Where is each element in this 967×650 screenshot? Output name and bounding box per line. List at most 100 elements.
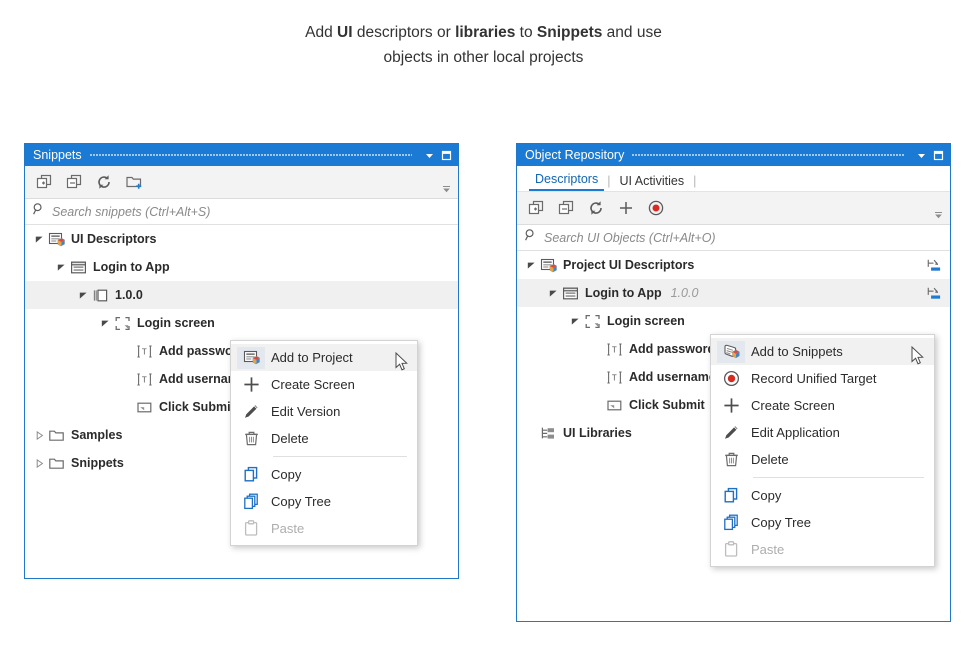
chevron-down-icon[interactable] <box>75 287 91 303</box>
collapse-all-icon[interactable] <box>553 195 579 221</box>
menu-separator <box>273 456 407 457</box>
chevron-down-icon[interactable] <box>545 285 561 301</box>
object-repository-tabs: Descriptors | UI Activities | <box>517 166 950 192</box>
menu-item-add-to-snippets[interactable]: Add to Snippets <box>711 338 934 365</box>
tab-separator-2: | <box>693 174 697 188</box>
object-repository-panel: Object Repository Descriptors | UI Activ… <box>516 143 951 622</box>
tree-node[interactable]: Project UI Descriptors <box>517 251 950 279</box>
object-repository-search-row[interactable]: Search UI Objects (Ctrl+Alt+O) <box>517 225 950 251</box>
tree-node[interactable]: Login screen <box>25 309 458 337</box>
snippets-restore-window-button[interactable] <box>439 148 454 163</box>
menu-item-label: Delete <box>751 452 789 467</box>
record-icon <box>717 368 745 390</box>
menu-item-paste: Paste <box>711 536 934 563</box>
menu-item-label: Edit Version <box>271 404 341 419</box>
tab-descriptors[interactable]: Descriptors <box>529 172 605 191</box>
pencil-icon <box>717 422 745 444</box>
tree-node[interactable]: Login to App 1.0.0 <box>517 279 950 307</box>
import-badge-icon[interactable] <box>926 285 942 301</box>
plus-icon <box>237 374 265 396</box>
menu-item-create-screen[interactable]: Create Screen <box>231 371 417 398</box>
caption-bold-snippets: Snippets <box>536 24 603 41</box>
trash-icon <box>237 428 265 450</box>
menu-item-edit-version[interactable]: Edit Version <box>231 398 417 425</box>
no-arrow-spacer <box>523 425 539 441</box>
chevron-down-icon[interactable] <box>31 231 47 247</box>
new-folder-icon[interactable] <box>121 169 147 195</box>
object-repository-title: Object Repository <box>525 148 625 162</box>
snippets-title: Snippets <box>33 148 82 162</box>
snippets-minimize-dropdown-button[interactable] <box>422 148 437 163</box>
object-repository-restore-window-button[interactable] <box>931 148 946 163</box>
chevron-down-icon[interactable] <box>97 315 113 331</box>
tree-node-label: Login screen <box>137 316 215 330</box>
chevron-down-icon[interactable] <box>523 257 539 273</box>
toolbar-overflow-icon[interactable] <box>440 182 452 194</box>
search-input[interactable]: Search UI Objects (Ctrl+Alt+O) <box>544 231 716 245</box>
chevron-right-icon[interactable] <box>31 427 47 443</box>
menu-item-create-screen[interactable]: Create Screen <box>711 392 934 419</box>
tree-node[interactable]: UI Descriptors <box>25 225 458 253</box>
tab-ui-activities[interactable]: UI Activities <box>613 174 690 191</box>
menu-item-label: Paste <box>751 542 785 557</box>
refresh-icon[interactable] <box>91 169 117 195</box>
menu-separator <box>753 477 924 478</box>
plus-icon <box>717 395 745 417</box>
menu-item-label: Create Screen <box>751 398 835 413</box>
menu-item-label: Copy Tree <box>271 494 331 509</box>
menu-item-copy[interactable]: Copy <box>711 482 934 509</box>
add-icon[interactable] <box>613 195 639 221</box>
menu-item-label: Copy Tree <box>751 515 811 530</box>
tree-node[interactable]: Login to App <box>25 253 458 281</box>
menu-item-copy[interactable]: Copy <box>231 461 417 488</box>
menu-item-delete[interactable]: Delete <box>711 446 934 473</box>
no-arrow-spacer <box>589 341 605 357</box>
no-arrow-spacer <box>119 343 135 359</box>
chevron-right-icon[interactable] <box>31 455 47 471</box>
paste-icon <box>237 518 265 540</box>
object-repository-context-menu: Add to Snippets Record Unified Target Crea… <box>710 334 935 567</box>
search-icon <box>524 228 538 247</box>
tree-node-label: 1.0.0 <box>115 288 143 302</box>
expand-all-icon[interactable] <box>31 169 57 195</box>
search-icon <box>32 202 46 221</box>
menu-item-copy-tree[interactable]: Copy Tree <box>711 509 934 536</box>
object-repository-minimize-dropdown-button[interactable] <box>914 148 929 163</box>
object-repository-title-bar: Object Repository <box>517 144 950 166</box>
menu-item-label: Create Screen <box>271 377 355 392</box>
tree-node[interactable]: Login screen <box>517 307 950 335</box>
snippets-panel: Snippets Search snippets (Ctrl+Alt+S) UI… <box>24 143 459 579</box>
application-icon <box>69 258 87 276</box>
snippets-toolbar <box>25 166 458 199</box>
import-badge-icon[interactable] <box>926 257 942 273</box>
tree-node[interactable]: 1.0.0 <box>25 281 458 309</box>
menu-item-delete[interactable]: Delete <box>231 425 417 452</box>
text-field-icon: T <box>135 370 153 388</box>
menu-item-label: Edit Application <box>751 425 840 440</box>
tree-node-label: Add username <box>629 370 716 384</box>
snippets-title-bar: Snippets <box>25 144 458 166</box>
menu-item-label: Add to Snippets <box>751 344 843 359</box>
refresh-icon[interactable] <box>583 195 609 221</box>
chevron-down-icon[interactable] <box>53 259 69 275</box>
toolbar-overflow-icon[interactable] <box>932 208 944 220</box>
menu-item-label: Add to Project <box>271 350 353 365</box>
caption-line-2: objects in other local projects <box>383 49 584 66</box>
caption-text-1: Add <box>305 24 338 41</box>
snippets-search-row[interactable]: Search snippets (Ctrl+Alt+S) <box>25 199 458 225</box>
search-input[interactable]: Search snippets (Ctrl+Alt+S) <box>52 205 210 219</box>
menu-item-copy-tree[interactable]: Copy Tree <box>231 488 417 515</box>
tree-node-label: Samples <box>71 428 123 442</box>
record-icon[interactable] <box>643 195 669 221</box>
chevron-down-icon[interactable] <box>567 313 583 329</box>
text-field-icon: T <box>135 342 153 360</box>
menu-item-label: Copy <box>271 467 302 482</box>
expand-all-icon[interactable] <box>523 195 549 221</box>
menu-item-record-unified-target[interactable]: Record Unified Target <box>711 365 934 392</box>
tree-node-label: Login screen <box>607 314 685 328</box>
menu-item-edit-application[interactable]: Edit Application <box>711 419 934 446</box>
ui-descriptors-icon <box>47 230 65 248</box>
menu-item-add-to-project[interactable]: Add to Project <box>231 344 417 371</box>
folder-icon <box>47 454 65 472</box>
collapse-all-icon[interactable] <box>61 169 87 195</box>
